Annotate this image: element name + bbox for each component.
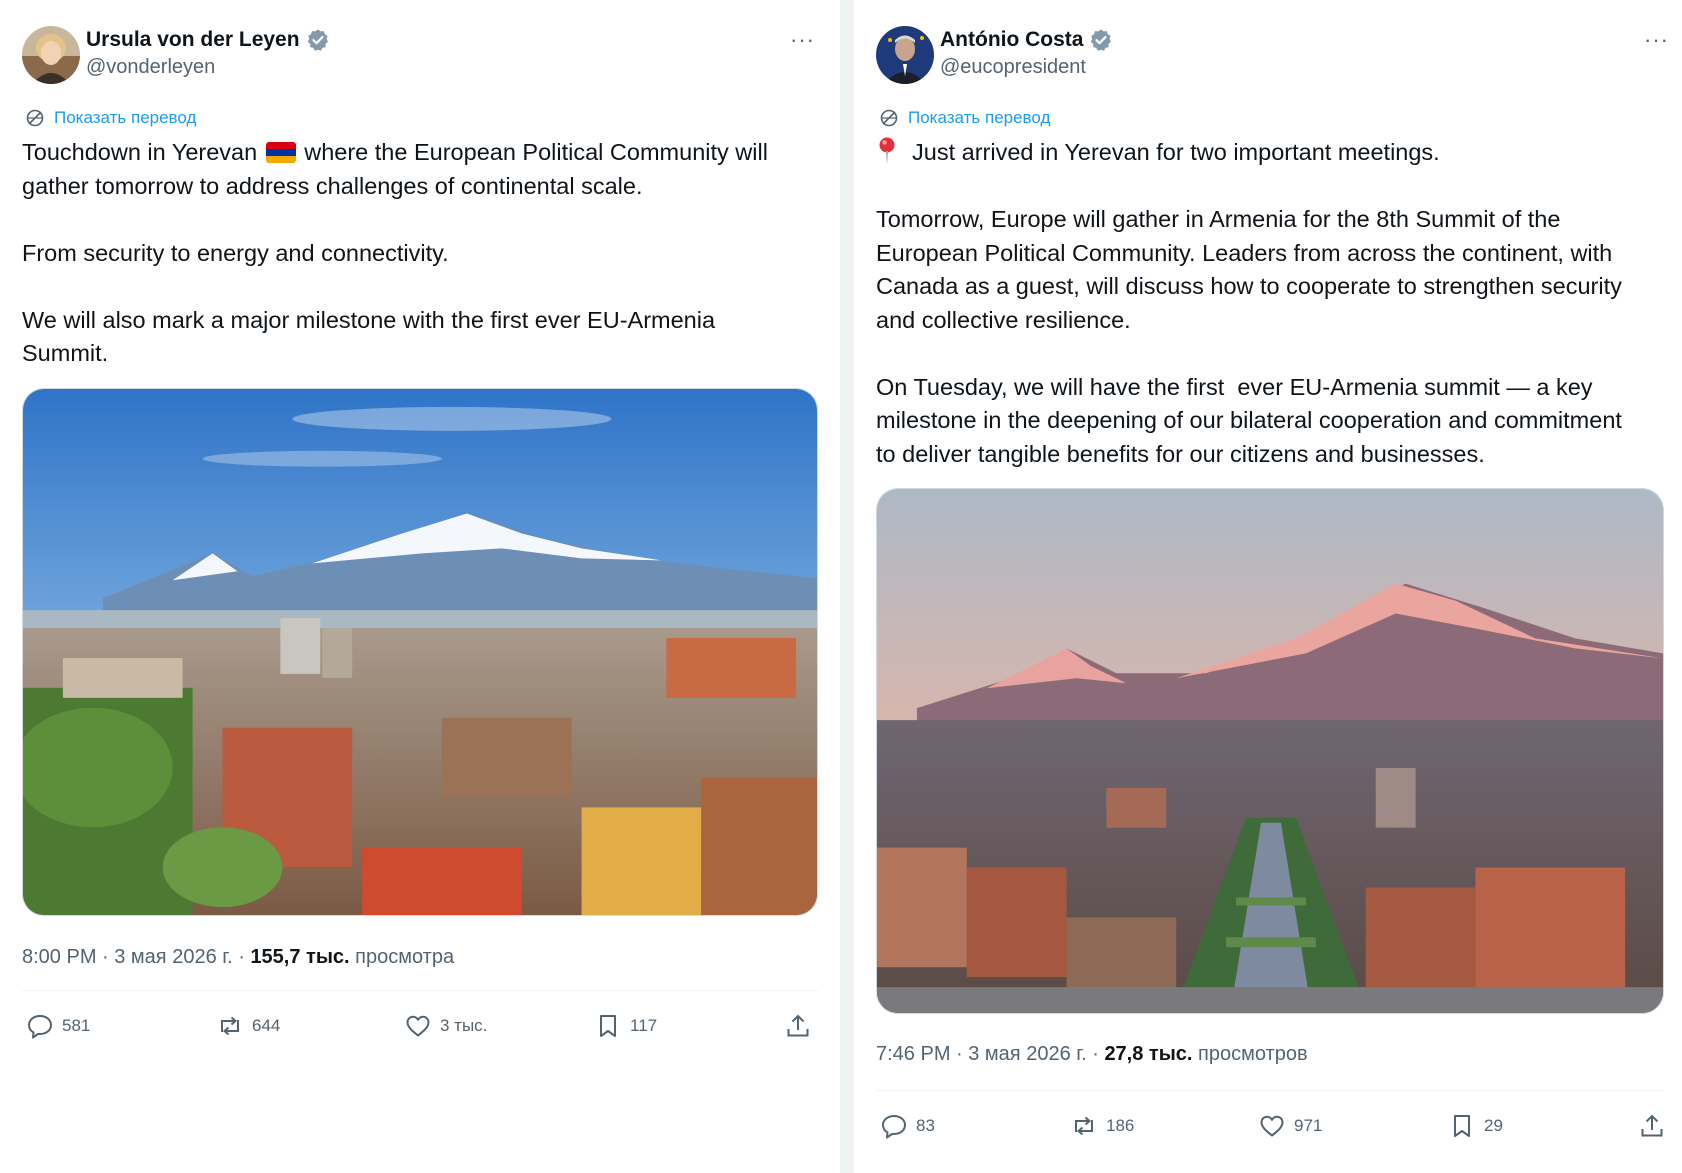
action-bar: 581 644 3 тыс. 117 <box>26 1006 816 1046</box>
repost-arrows-icon <box>221 1016 239 1036</box>
tweet-timestamp[interactable]: 7:46 PM · 3 мая 2026 г. · <box>876 1043 1104 1066</box>
repost-arrows-icon <box>1075 1116 1093 1136</box>
repost-button[interactable]: 186 <box>1070 1106 1134 1146</box>
author-row: Ursula von der Leyen <box>86 26 330 54</box>
tweet-eucopresident: António Costa @eucopresident ··· Показат… <box>854 0 1682 1173</box>
bookmark-icon <box>600 1015 616 1037</box>
text-line1-a: Touchdown in Yerevan <box>22 139 264 165</box>
show-translation-link[interactable]: Показать перевод <box>24 106 196 130</box>
more-options-button[interactable]: ··· <box>1644 26 1669 54</box>
author-handle[interactable]: @eucopresident <box>940 56 1086 79</box>
tweet-vonderleyen: Ursula von der Leyen @vonderleyen ··· По… <box>0 0 840 1173</box>
speech-bubble-icon <box>28 1015 52 1039</box>
translate-label: Показать перевод <box>54 108 197 127</box>
view-count: 155,7 тыс. <box>250 945 350 968</box>
more-options-button[interactable]: ··· <box>790 26 815 54</box>
view-label: просмотров <box>1192 1042 1308 1065</box>
view-count: 27,8 тыс. <box>1104 1042 1193 1065</box>
bookmark-count: 117 <box>630 1016 658 1035</box>
tweet-text: Touchdown in Yerevan where the European … <box>22 136 822 371</box>
like-count: 971 <box>1294 1116 1323 1135</box>
armenia-flag-icon <box>265 142 296 163</box>
repost-button[interactable]: 644 <box>216 1006 280 1046</box>
like-button[interactable]: 3 тыс. <box>404 1006 487 1046</box>
tweet-timestamp[interactable]: 8:00 PM · 3 мая 2026 г. · <box>22 946 250 969</box>
tweet-photo[interactable] <box>876 488 1664 1014</box>
separator <box>876 1090 1664 1091</box>
author-handle[interactable]: @vonderleyen <box>86 56 215 79</box>
verified-badge-icon <box>1089 28 1113 52</box>
translate-globe-icon <box>26 109 44 127</box>
author-name[interactable]: Ursula von der Leyen <box>86 28 300 52</box>
reply-count: 83 <box>916 1116 935 1135</box>
heart-icon <box>406 1015 430 1037</box>
bookmark-button[interactable]: 117 <box>594 1006 657 1046</box>
text-line1-b: where the European Political Community w… <box>297 139 768 165</box>
author-row: António Costa <box>940 26 1113 54</box>
share-button[interactable] <box>1638 1106 1674 1146</box>
repost-count: 186 <box>1106 1116 1135 1135</box>
translate-globe-icon <box>880 109 898 127</box>
bookmark-count: 29 <box>1484 1116 1503 1135</box>
avatar[interactable] <box>876 26 934 84</box>
reply-count: 581 <box>62 1016 91 1035</box>
text-line2: gather tomorrow to address challenges of… <box>22 172 643 199</box>
share-button[interactable] <box>784 1006 820 1046</box>
show-translation-link[interactable]: Показать перевод <box>878 106 1050 130</box>
bookmark-icon <box>1454 1115 1470 1137</box>
text-paragraph-3: We will also mark a major milestone with… <box>22 306 716 367</box>
view-label: просмотра <box>349 945 455 968</box>
text-line1: Just arrived in Yerevan for two importan… <box>912 139 1440 165</box>
reply-button[interactable]: 83 <box>880 1106 935 1146</box>
column-divider <box>840 0 854 1173</box>
reply-button[interactable]: 581 <box>26 1006 90 1046</box>
upload-share-icon <box>1641 1114 1663 1137</box>
tweet-photo[interactable] <box>22 388 818 916</box>
repost-count: 644 <box>252 1016 281 1035</box>
author-name[interactable]: António Costa <box>940 28 1083 52</box>
text-paragraph-2: Tomorrow, Europe will gather in Armenia … <box>876 206 1622 333</box>
like-button[interactable]: 971 <box>1258 1106 1322 1146</box>
text-paragraph-2: From security to energy and connectivity… <box>22 239 449 266</box>
heart-icon <box>1260 1115 1284 1137</box>
upload-share-icon <box>787 1014 809 1037</box>
like-count: 3 тыс. <box>440 1016 488 1035</box>
avatar[interactable] <box>22 26 80 84</box>
tweet-meta: 7:46 PM · 3 мая 2026 г. · 27,8 тыс. прос… <box>876 1041 1308 1067</box>
translate-label: Показать перевод <box>908 108 1051 127</box>
tweet-meta: 8:00 PM · 3 мая 2026 г. · 155,7 тыс. про… <box>22 944 454 970</box>
tweet-text: Just arrived in Yerevan for two importan… <box>876 136 1676 471</box>
bookmark-button[interactable]: 29 <box>1448 1106 1503 1146</box>
separator <box>22 990 818 991</box>
text-paragraph-3: On Tuesday, we will have the first ever … <box>876 373 1622 467</box>
speech-bubble-icon <box>882 1115 906 1139</box>
verified-badge-icon <box>306 28 330 52</box>
action-bar: 83 186 971 29 <box>880 1106 1670 1146</box>
round-pushpin-icon <box>879 137 895 165</box>
